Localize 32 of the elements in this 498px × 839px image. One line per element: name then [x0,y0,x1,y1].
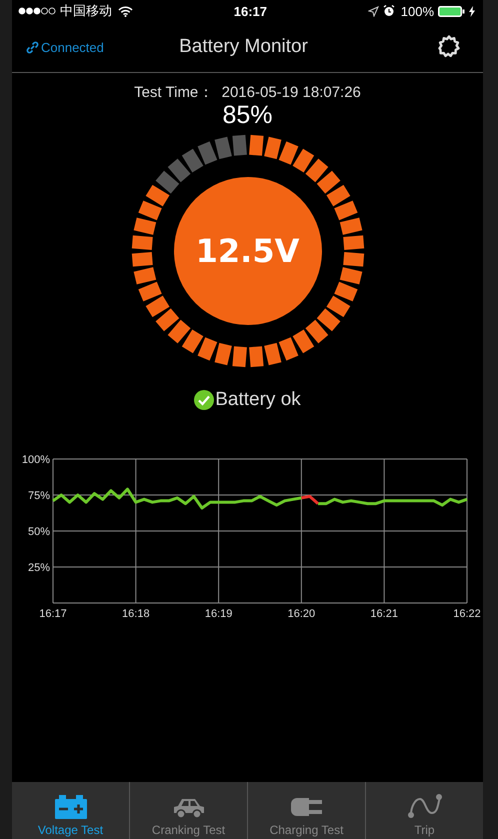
wifi-icon [118,6,133,16]
alert-line [301,494,319,505]
charging-bolt-icon [469,6,475,16]
y-axis-label: 25% [28,562,50,574]
y-axis-label: 50% [28,526,50,538]
screen-title: Battery Monitor [179,36,308,58]
clock-time: 16:17 [232,4,268,18]
charge-percent: 85% [222,102,273,128]
battery-icon [438,6,465,16]
voltage-reading: 12.5V [194,233,300,269]
car-icon [172,797,206,819]
x-axis-label: 16:20 [288,608,316,620]
x-axis-label: 16:19 [204,608,232,620]
test-time: Test Time： 2016-05-19 18:07:26 [134,83,361,102]
settings-icon[interactable] [437,35,461,59]
connection-link[interactable]: Connected [26,40,104,54]
route-icon [406,793,442,819]
carrier-name: 中国移动 [60,2,112,20]
x-axis-label: 16:22 [453,608,481,620]
battery-status: Battery ok [215,389,301,411]
x-axis-label: 16:21 [370,608,398,620]
plug-icon [290,795,322,819]
alarm-icon [382,5,395,17]
x-axis-label: 16:18 [122,608,150,620]
location-icon [368,6,379,16]
y-axis-label: 75% [28,490,50,502]
battery-icon [54,795,86,819]
link-icon [26,40,39,54]
battery-percent: 100% [400,4,434,18]
y-axis-label: 100% [22,454,50,466]
x-axis-label: 16:17 [39,608,67,620]
signal-icon [18,7,56,15]
